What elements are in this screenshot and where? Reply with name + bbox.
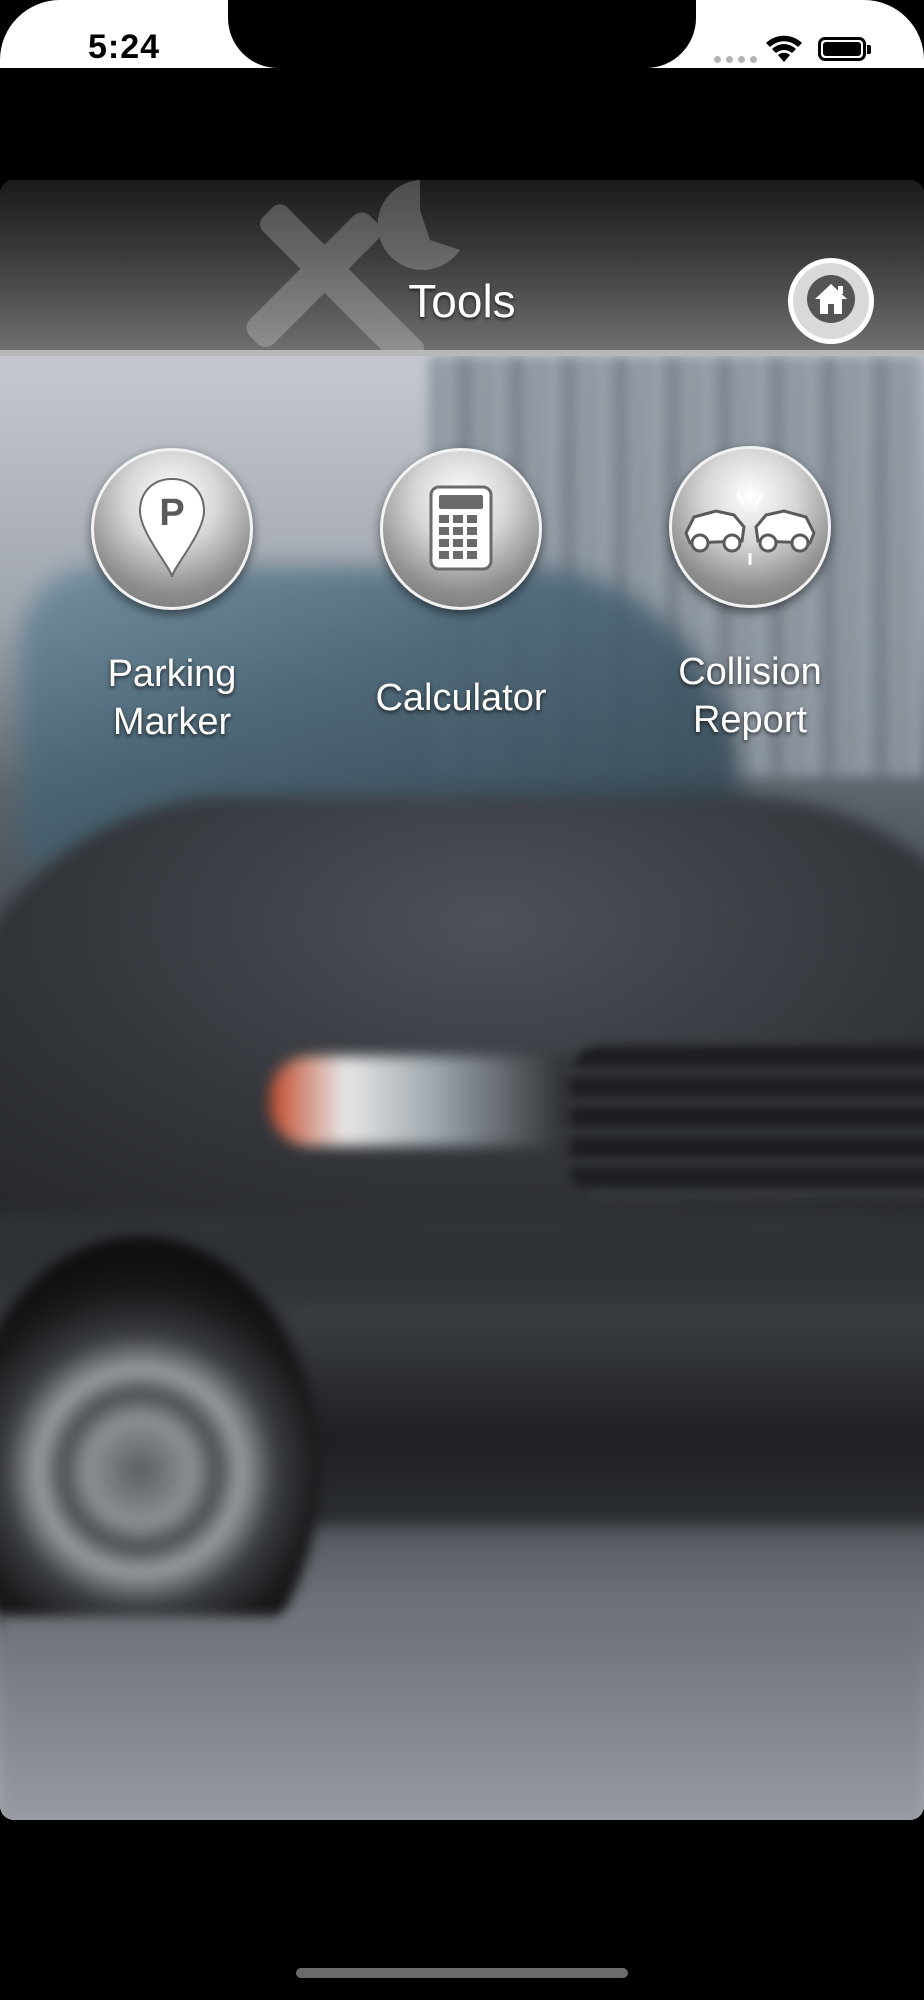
parking-marker-button[interactable]: P Parking Marker — [62, 448, 282, 746]
status-time: 5:24 — [88, 28, 161, 66]
parking-marker-icon: P — [91, 448, 253, 610]
battery-icon — [818, 37, 871, 61]
tool-label: Calculator — [375, 677, 547, 719]
tool-label: Parking Marker — [107, 653, 237, 743]
wifi-icon — [766, 35, 802, 62]
phone-screen: 5:24 Tools P Parking Marker Calculator C… — [0, 0, 924, 2000]
collision-report-button[interactable]: Collision Report — [640, 446, 860, 744]
calculator-icon — [380, 448, 542, 610]
home-button[interactable] — [788, 258, 874, 344]
page-title: Tools — [408, 275, 516, 327]
wrench-screwdriver-icon — [246, 180, 460, 350]
tools-screen: Tools P Parking Marker Calculator Collis… — [0, 180, 924, 1820]
tool-label: Collision Report — [678, 651, 822, 741]
cellular-signal-icon — [714, 56, 757, 63]
status-bar: 5:24 — [0, 0, 924, 68]
collision-icon — [669, 446, 831, 608]
svg-text:P: P — [159, 492, 184, 534]
notch — [228, 0, 696, 68]
home-indicator[interactable] — [296, 1968, 628, 1978]
home-icon — [807, 275, 855, 323]
header-bar: Tools — [0, 180, 924, 356]
calculator-button[interactable]: Calculator — [351, 448, 571, 722]
